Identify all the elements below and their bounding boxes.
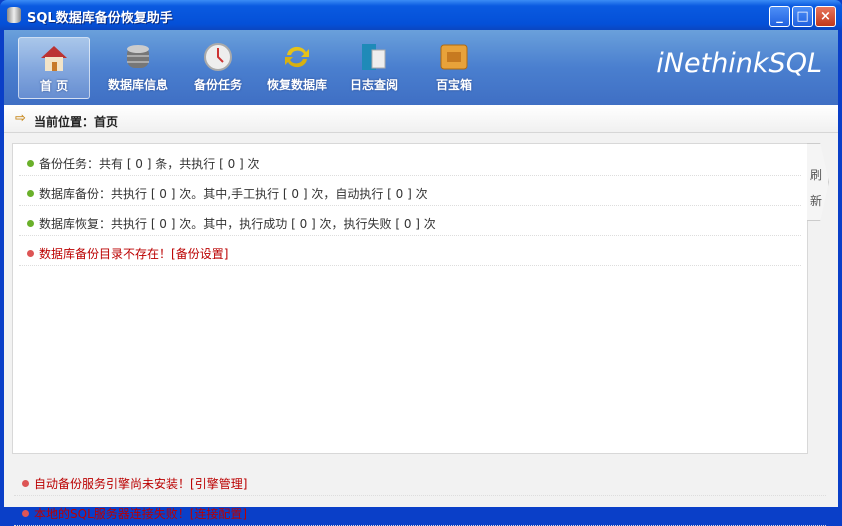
brand-logo: iNethinkSQL — [656, 48, 822, 79]
maximize-button[interactable]: □ — [792, 6, 813, 27]
alert-sql-connection-failed: 本地的SQL服务器连接失败！[连接配置] — [14, 496, 826, 526]
status-text: 数据库备份目录不存在！ — [39, 247, 172, 261]
nav-label: 百宝箱 — [435, 78, 472, 92]
backup-settings-link[interactable]: [备份设置] — [171, 247, 228, 261]
alerts-area: 自动备份服务引擎尚未安装！[引擎管理] 本地的SQL服务器连接失败！[连接配置] — [4, 466, 838, 526]
red-dot-icon — [22, 480, 29, 487]
title-bar: SQL数据库备份恢复助手 _ □ × — [0, 0, 842, 30]
nav-label: 备份任务 — [193, 78, 242, 92]
nav-label: 日志查阅 — [349, 78, 398, 92]
engine-management-link[interactable]: [引擎管理] — [190, 477, 247, 491]
nav-home[interactable]: 首 页 — [18, 37, 90, 99]
breadcrumb: ⇨ 当前位置：首页 — [4, 105, 838, 133]
green-dot-icon — [27, 160, 34, 167]
refresh-label-1: 刷 — [810, 168, 823, 182]
database-icon — [127, 45, 149, 68]
minimize-button[interactable]: _ — [769, 6, 790, 27]
red-dot-icon — [22, 510, 29, 517]
status-text: 数据库备份：共执行 [ 0 ] 次。其中,手工执行 [ 0 ] 次，自动执行 [… — [39, 187, 428, 201]
close-button[interactable]: × — [815, 6, 836, 27]
nav-logs[interactable]: 日志查阅 — [338, 37, 410, 99]
status-panel: 备份任务：共有 [ 0 ] 条，共执行 [ 0 ] 次 数据库备份：共执行 [ … — [12, 143, 808, 454]
refresh-arrows-icon — [285, 46, 309, 68]
nav-backup-tasks[interactable]: 备份任务 — [182, 37, 254, 99]
clock-icon — [204, 43, 232, 71]
status-row-database-restore: 数据库恢复：共执行 [ 0 ] 次。其中，执行成功 [ 0 ] 次，执行失败 [… — [19, 206, 801, 236]
nav-database-info[interactable]: 数据库信息 — [98, 37, 178, 99]
nav-label: 数据库信息 — [107, 78, 168, 92]
nav-toolbox[interactable]: 百宝箱 — [418, 37, 490, 99]
breadcrumb-text: 当前位置：首页 — [34, 115, 119, 129]
red-dot-icon — [27, 250, 34, 257]
toolbar: 首 页 数据库信息 备份任务 恢复数据库 日志查阅 百宝箱 iNethinkSQ… — [4, 30, 838, 105]
status-text: 备份任务：共有 [ 0 ] 条，共执行 [ 0 ] 次 — [39, 157, 260, 171]
nav-label: 首 页 — [39, 79, 69, 93]
green-dot-icon — [27, 220, 34, 227]
signpost-icon: ⇨ — [15, 111, 26, 126]
status-row-backup-dir-error: 数据库备份目录不存在！[备份设置] — [19, 236, 801, 266]
refresh-button[interactable]: 刷新 — [807, 143, 829, 221]
refresh-label-2: 新 — [810, 194, 823, 208]
window-title: SQL数据库备份恢复助手 — [27, 11, 173, 26]
status-text: 数据库恢复：共执行 [ 0 ] 次。其中，执行成功 [ 0 ] 次，执行失败 [… — [39, 217, 436, 231]
alert-engine-not-installed: 自动备份服务引擎尚未安装！[引擎管理] — [14, 466, 826, 496]
nav-restore-database[interactable]: 恢复数据库 — [258, 37, 336, 99]
book-icon — [362, 44, 386, 70]
box-icon — [440, 44, 468, 70]
alert-text: 本地的SQL服务器连接失败！ — [34, 507, 190, 521]
nav-label: 恢复数据库 — [266, 78, 327, 92]
green-dot-icon — [27, 190, 34, 197]
status-row-backup-tasks: 备份任务：共有 [ 0 ] 条，共执行 [ 0 ] 次 — [19, 146, 801, 176]
alert-text: 自动备份服务引擎尚未安装！ — [34, 477, 191, 491]
app-database-icon — [7, 7, 21, 23]
status-row-database-backup: 数据库备份：共执行 [ 0 ] 次。其中,手工执行 [ 0 ] 次，自动执行 [… — [19, 176, 801, 206]
home-icon — [41, 46, 67, 71]
connection-config-link[interactable]: [连接配置] — [190, 507, 247, 521]
